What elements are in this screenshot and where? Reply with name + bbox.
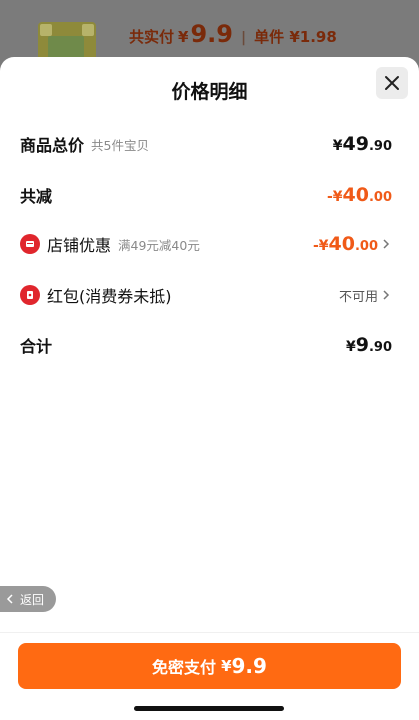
pay-button-currency: ¥ xyxy=(221,657,232,675)
shop-discount-label: 店铺优惠 xyxy=(47,236,112,255)
red-packet-row[interactable]: 红包(消费券未抵) 不可用 xyxy=(20,281,392,309)
chevron-right-icon xyxy=(382,289,392,301)
shop-discount-row[interactable]: 店铺优惠 满49元减40元 -¥ 40 .00 xyxy=(20,230,392,258)
background-separator: | xyxy=(240,30,247,46)
discount-total-label: 共减 xyxy=(20,187,53,206)
price-detail-sheet: 价格明细 商品总价 共5件宝贝 ¥ 49 .90 共减 -¥ 40 .00 店铺… xyxy=(0,57,419,720)
grand-total-amount: ¥ 9 .90 xyxy=(345,334,392,356)
grand-total-row: 合计 ¥ 9 .90 xyxy=(20,331,392,359)
red-packet-status: 不可用 xyxy=(338,289,378,305)
red-packet-icon xyxy=(20,285,40,305)
shop-discount-rule: 满49元减40元 xyxy=(118,237,200,253)
goods-total-label: 商品总价 xyxy=(20,136,85,155)
goods-total-row: 商品总价 共5件宝贝 ¥ 49 .90 xyxy=(20,130,392,158)
back-label: 返回 xyxy=(20,592,45,607)
close-icon xyxy=(385,76,399,90)
shop-discount-amount: -¥ 40 .00 xyxy=(312,233,378,255)
shop-icon xyxy=(20,234,40,254)
pay-button[interactable]: 免密支付 ¥ 9.9 xyxy=(18,643,401,689)
grand-total-label: 合计 xyxy=(20,337,53,356)
discount-total-amount: -¥ 40 .00 xyxy=(326,184,392,206)
close-button[interactable] xyxy=(376,67,408,99)
goods-total-amount: ¥ 49 .90 xyxy=(332,133,392,155)
background-total-price: 共实付 ¥ 9.9 | 单件 ¥1.98 xyxy=(129,20,337,48)
background-total-label: 共实付 xyxy=(129,28,175,46)
goods-count: 共5件宝贝 xyxy=(91,137,149,153)
sheet-title: 价格明细 xyxy=(171,81,248,103)
footer-divider xyxy=(0,632,419,633)
discount-total-row: 共减 -¥ 40 .00 xyxy=(20,181,392,209)
background-currency: ¥ xyxy=(178,28,189,46)
chevron-right-icon xyxy=(382,238,392,250)
home-indicator[interactable] xyxy=(134,706,284,711)
pay-button-label: 免密支付 xyxy=(152,658,217,677)
background-unit-price: 单件 ¥1.98 xyxy=(254,28,337,46)
red-packet-label: 红包(消费券未抵) xyxy=(47,287,172,306)
background-total-amount: 9.9 xyxy=(190,20,233,48)
pay-button-amount: 9.9 xyxy=(231,654,267,678)
back-button[interactable]: 返回 xyxy=(0,586,56,612)
shop-discount-value: -¥ 40 .00 xyxy=(313,233,392,255)
chevron-left-icon xyxy=(6,594,13,604)
red-packet-value: 不可用 xyxy=(339,286,392,305)
